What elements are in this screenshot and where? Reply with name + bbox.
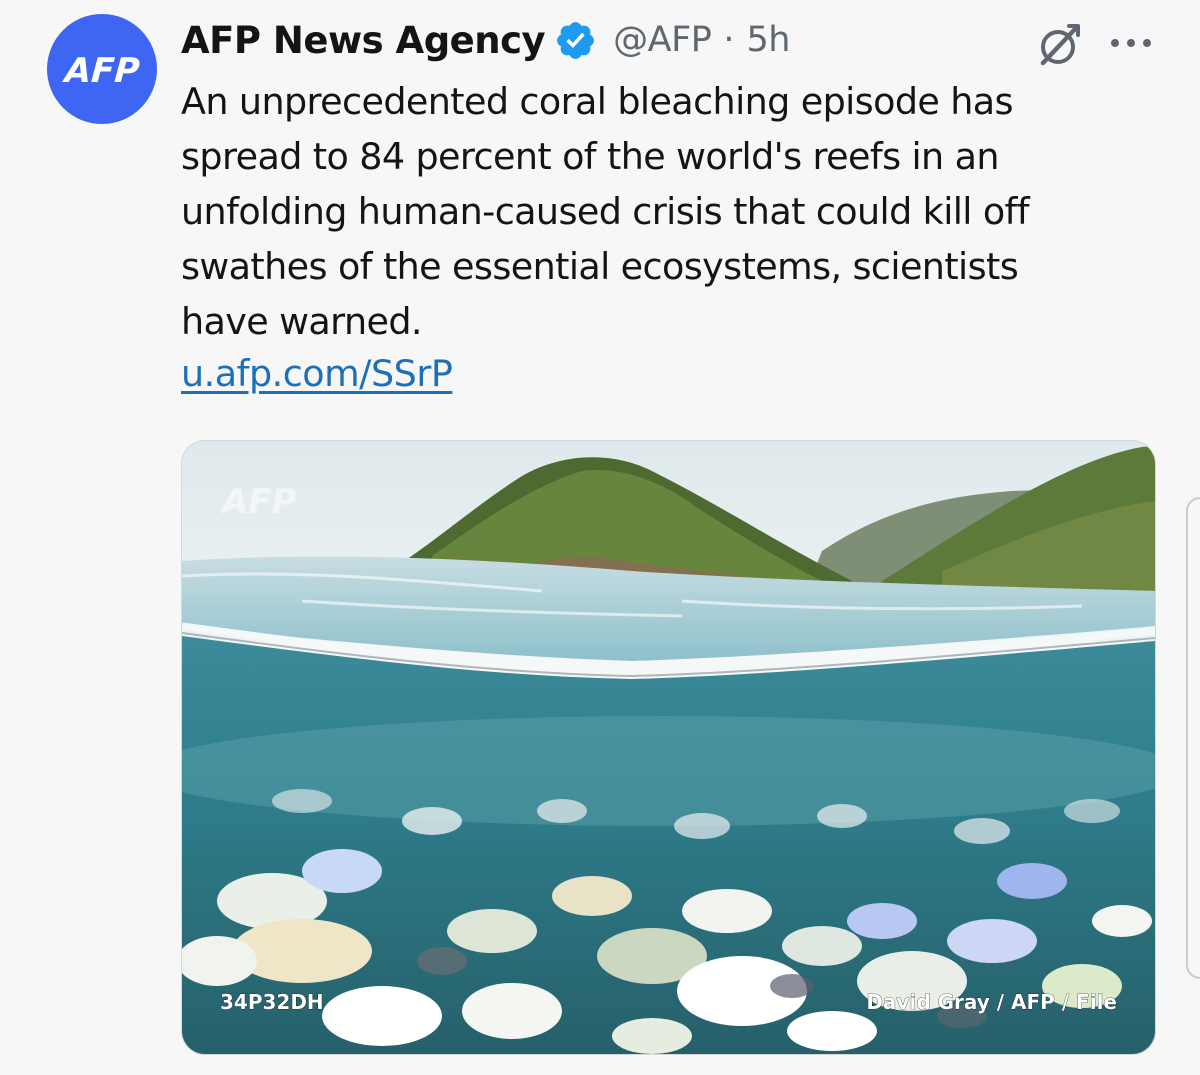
tweet-timestamp[interactable]: 5h	[747, 20, 791, 60]
tweet-photo[interactable]: AFP 34P32DH David Gray / AFP / File	[181, 440, 1156, 1055]
tweet-text-line: have warned.	[181, 300, 423, 343]
scrollbar-edge[interactable]	[1186, 497, 1200, 979]
tweet-text: An unprecedented coral bleaching episode…	[181, 74, 1171, 349]
afp-watermark: AFP	[219, 482, 297, 522]
tweet-text-line: An unprecedented coral bleaching episode…	[181, 80, 1014, 123]
account-handle[interactable]: @AFP	[613, 20, 712, 60]
tweet-text-line: spread to 84 percent of the world's reef…	[181, 135, 999, 178]
header-separator: ·	[723, 20, 735, 60]
grok-icon[interactable]	[1033, 20, 1083, 70]
photo-credit-caption: David Gray / AFP / File	[866, 990, 1117, 1014]
more-options-icon[interactable]	[1108, 28, 1154, 58]
coral-reef-photo: AFP 34P32DH David Gray / AFP / File	[182, 441, 1155, 1054]
article-link[interactable]: u.afp.com/SSrP	[181, 352, 453, 395]
verified-badge-icon	[557, 21, 595, 59]
account-name[interactable]: AFP News Agency	[181, 19, 546, 62]
tweet-header: AFP News Agency @AFP · 5h	[181, 14, 790, 66]
tweet-text-line: swathes of the essential ecosystems, sci…	[181, 245, 1019, 288]
tweet-card: AFP AFP News Agency @AFP · 5h An unprece…	[0, 0, 1200, 1075]
avatar[interactable]: AFP	[47, 14, 157, 124]
avatar-logo-text: AFP	[63, 51, 141, 91]
photo-id-caption: 34P32DH	[220, 990, 324, 1014]
tweet-text-line: unfolding human-caused crisis that could…	[181, 190, 1030, 233]
